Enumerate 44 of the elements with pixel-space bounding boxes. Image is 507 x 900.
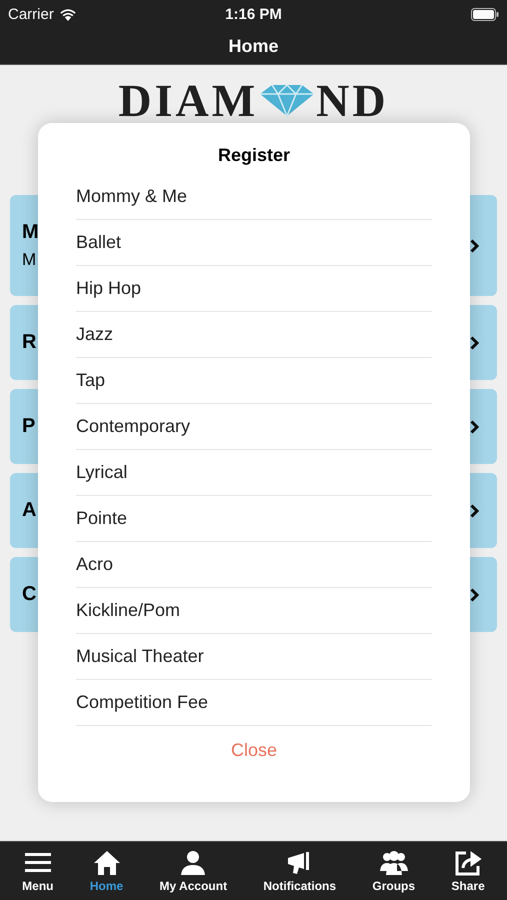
dialog-option[interactable]: Lyrical <box>76 450 432 496</box>
dialog-option[interactable]: Ballet <box>76 220 432 266</box>
chevron-icon <box>470 504 479 518</box>
card-title: M <box>22 221 39 244</box>
dialog-option[interactable]: Pointe <box>76 496 432 542</box>
tab-item[interactable]: Notifications <box>263 849 336 893</box>
logo-text: DIAM <box>118 74 258 126</box>
dialog-option[interactable]: Kickline/Pom <box>76 588 432 634</box>
share-icon <box>456 851 482 876</box>
status-time: 1:16 PM <box>225 6 282 22</box>
wifi-icon <box>58 8 77 20</box>
nav-title: Home <box>228 36 278 56</box>
home-icon <box>94 851 120 875</box>
dialog-title: Register <box>216 145 292 166</box>
battery-icon <box>471 8 499 20</box>
chevron-icon <box>470 588 479 602</box>
card-title: R <box>22 331 36 354</box>
dialog-option[interactable]: Contemporary <box>76 404 432 450</box>
dialog-option[interactable]: Acro <box>76 542 432 588</box>
tab-item[interactable]: Home <box>90 849 124 893</box>
dialog-option[interactable]: Musical Theater <box>76 634 432 680</box>
megaphone-icon <box>288 852 309 874</box>
chevron-icon <box>470 336 479 350</box>
dialog-option[interactable]: Competition Fee <box>76 680 432 726</box>
chevron-icon <box>470 238 479 252</box>
card-subtitle: M <box>22 250 38 270</box>
card-title: P <box>22 415 36 438</box>
dialog-option[interactable]: Hip Hop <box>76 266 432 312</box>
group-icon <box>380 851 408 875</box>
carrier-label: Carrier <box>8 6 54 22</box>
dialog-option[interactable]: Mommy & Me <box>76 174 432 220</box>
chevron-icon <box>470 420 479 434</box>
card-title: C <box>22 583 36 606</box>
tab-item[interactable]: Groups <box>372 849 416 893</box>
menu-icon <box>24 853 51 872</box>
tab-item[interactable]: Menu <box>22 849 54 893</box>
diamond-icon <box>258 82 316 118</box>
person-icon <box>181 851 206 875</box>
dialog-option[interactable]: Jazz <box>76 312 432 358</box>
tab-item[interactable]: My Account <box>160 849 228 893</box>
logo-text: ND <box>316 74 389 126</box>
card-title: A <box>22 499 36 522</box>
dialog-option[interactable]: Tap <box>76 358 432 404</box>
tab-item[interactable]: Share <box>451 849 485 893</box>
